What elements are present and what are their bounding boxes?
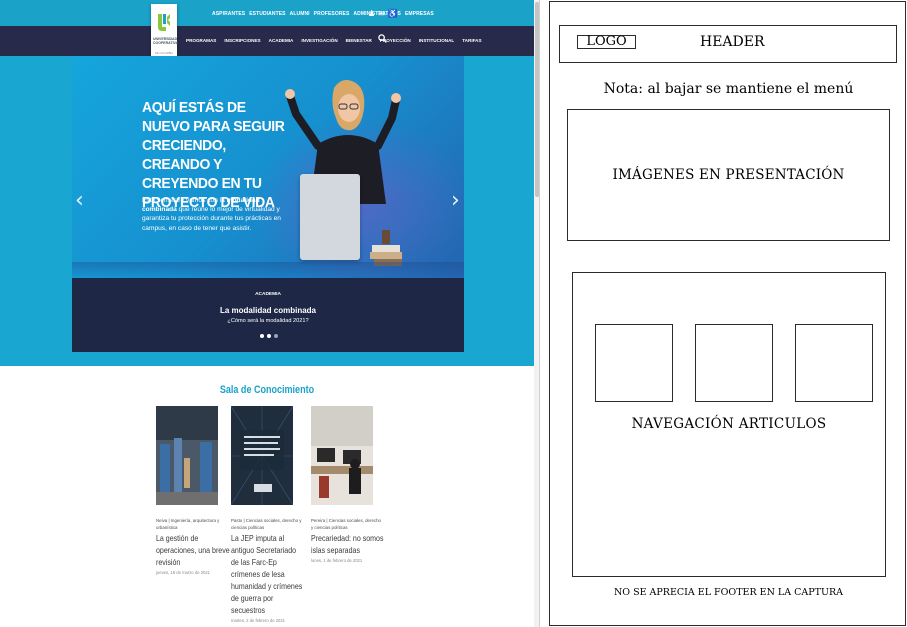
university-logo[interactable]: UNIVERSIDAD COOPERATIVA DE COLOMBIA (151, 4, 179, 64)
wireframe-article-thumb (595, 324, 673, 402)
nav-item-programas[interactable]: PROGRAMAS (186, 38, 216, 43)
wireframe-article-thumb (795, 324, 873, 402)
social-icons: ♟ ✉ ♿ (368, 9, 398, 18)
article-card[interactable]: Neiva | Ingeniería, arquitectura y urban… (156, 406, 230, 575)
slide-caption-title[interactable]: La modalidad combinada (72, 306, 464, 315)
desk-shadow (72, 262, 464, 278)
slide-caption-panel: ACADEMIA La modalidad combinada ¿Cómo se… (72, 278, 464, 352)
wireframe-slider-label: IMÁGENES EN PRESENTACIÓN (612, 167, 845, 183)
article-card[interactable]: Pasto | Ciencias sociales, derecho y cie… (230, 405, 305, 623)
logo-subtitle: DE COLOMBIA (154, 52, 174, 55)
wireframe-article-nav: NAVEGACIÓN ARTICULOS (572, 272, 886, 577)
top-link-aspirantes[interactable]: ASPIRANTES (212, 11, 245, 17)
wireframe-footer-note: NO SE APRECIA EL FOOTER EN LA CAPTURA (613, 587, 844, 598)
main-nav: PROGRAMAS INSCRIPCIONES ACADEMIA INVESTI… (186, 38, 482, 43)
nav-item-inscripciones[interactable]: INSCRIPCIONES (224, 38, 260, 43)
article-title[interactable]: La gestión de operaciones, una breve rev… (156, 532, 230, 568)
laptop-image (300, 174, 360, 260)
top-link-estudiantes[interactable]: ESTUDIANTES (249, 11, 285, 17)
top-link-profesores[interactable]: PROFESORES (314, 11, 350, 17)
article-title[interactable]: La JEP imputa al antiguo Secretariado de… (231, 532, 305, 616)
search-icon[interactable] (378, 34, 387, 43)
audience-links: ASPIRANTES ESTUDIANTES ALUMNI PROFESORES… (212, 11, 434, 17)
scrollbar-thumb[interactable] (535, 2, 539, 197)
article-thumbnail-warehouse (156, 406, 218, 505)
wireframe-panel: LOGO HEADER Nota: al bajar se mantiene e… (549, 1, 906, 626)
nav-item-bienestar[interactable]: BIENESTAR (346, 38, 372, 43)
slider-pagination (260, 334, 278, 338)
nav-item-tarifas[interactable]: TARIFAS (462, 38, 481, 43)
article-thumbnail-office (311, 406, 373, 505)
articles-grid: Neiva | Ingeniería, arquitectura y urban… (150, 405, 390, 626)
person-icon[interactable]: ♟ (368, 9, 375, 18)
top-link-empresas[interactable]: EMPRESAS (405, 11, 434, 17)
wireframe-header-label: HEADER (700, 34, 765, 50)
article-thumbnail-jep (230, 405, 294, 506)
slide-category: ACADEMIA (255, 292, 281, 297)
slider-dot[interactable] (267, 334, 271, 338)
article-title[interactable]: Precariedad: no somos islas separadas (311, 532, 385, 556)
slider-next-arrow[interactable]: › (451, 188, 460, 213)
article-meta: Pasto | Ciencias sociales, derecho y cie… (231, 518, 302, 530)
wireframe-nav-label: NAVEGACIÓN ARTICULOS (631, 416, 827, 432)
nav-item-investigacion[interactable]: INVESTIGACIÓN (301, 38, 337, 43)
nav-item-academia[interactable]: ACADEMIA (269, 38, 294, 43)
mail-icon[interactable]: ✉ (378, 9, 385, 18)
section-title: Sala de Conocimiento (219, 384, 315, 396)
nav-item-institucional[interactable]: INSTITUCIONAL (419, 38, 454, 43)
wireframe-logo: LOGO (577, 35, 636, 49)
ucc-logo-icon (158, 14, 170, 31)
wireframe-note: Nota: al bajar se mantiene el menú (603, 81, 854, 97)
logo-wordmark: UNIVERSIDAD COOPERATIVA (153, 37, 179, 45)
article-date: jueves, 18 de marzo de 2021 (156, 570, 211, 575)
article-date: martes, 2 de febrero de 2021 (231, 618, 286, 623)
slider-dot[interactable] (260, 334, 264, 338)
hero-copy: Este semestre vamos con la modalidad com… (142, 197, 281, 232)
accessibility-icon[interactable]: ♿ (388, 9, 398, 18)
slider-dot[interactable] (274, 334, 278, 338)
website-screenshot: ASPIRANTES ESTUDIANTES ALUMNI PROFESORES… (0, 0, 540, 627)
wireframe-header: LOGO HEADER (559, 25, 897, 63)
article-date: lunes, 1 de febrero de 2021 (311, 558, 363, 563)
wireframe-slider: IMÁGENES EN PRESENTACIÓN (567, 109, 890, 241)
wireframe-article-thumb (695, 324, 773, 402)
hero-slide[interactable]: AQUÍ ESTÁS DE NUEVO PARA SEGUIR CRECIEND… (72, 56, 464, 352)
slider-prev-arrow[interactable]: ‹ (75, 188, 84, 213)
top-link-alumni[interactable]: ALUMNI (290, 11, 310, 17)
article-meta: Pereira | Ciencias sociales, derecho y c… (311, 518, 381, 530)
article-card[interactable]: Pereira | Ciencias sociales, derecho y c… (311, 406, 385, 563)
article-meta: Neiva | Ingeniería, arquitectura y urban… (156, 518, 220, 530)
hero-headline: AQUÍ ESTÁS DE NUEVO PARA SEGUIR CRECIEND… (142, 99, 285, 211)
slide-caption-subtitle: ¿Cómo será la modalidad 2021? (227, 318, 309, 324)
